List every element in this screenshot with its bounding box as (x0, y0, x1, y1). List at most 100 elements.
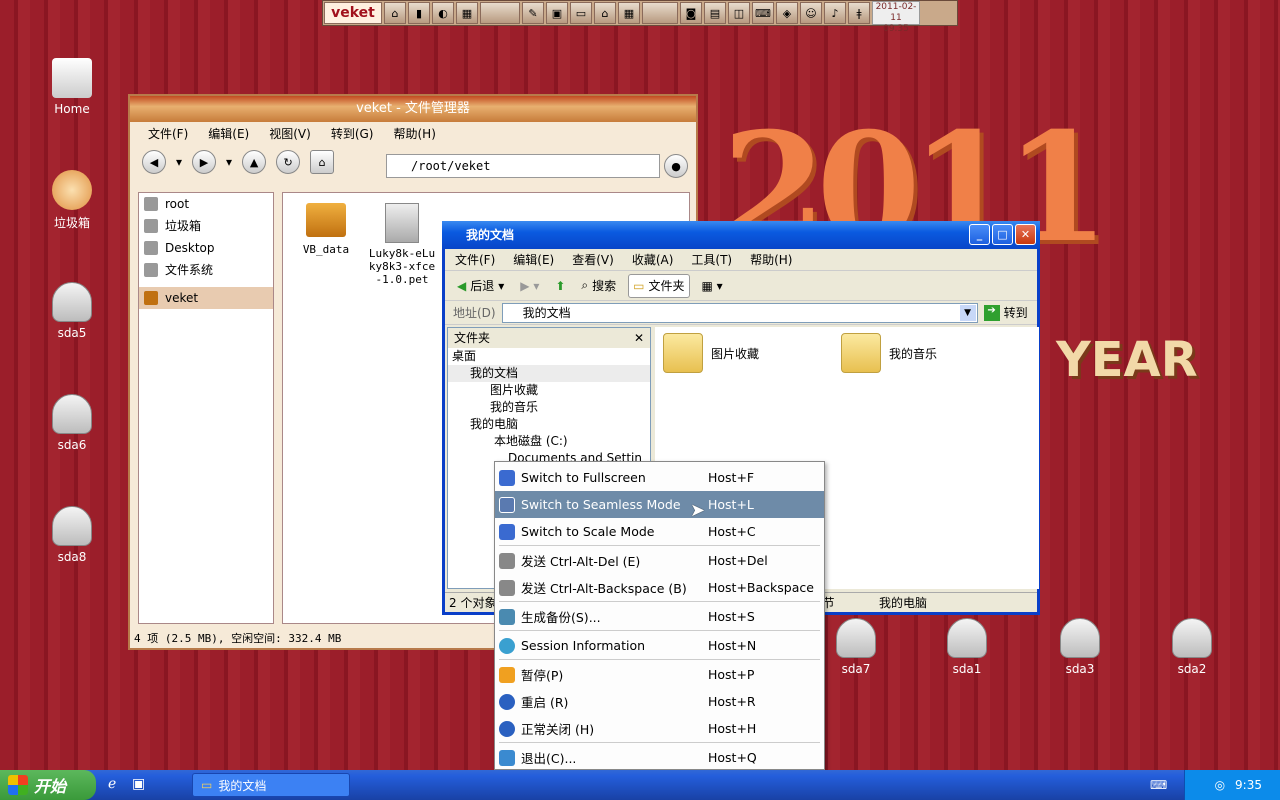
place-desktop[interactable]: Desktop (139, 237, 273, 259)
browser-icon[interactable]: ◐ (432, 2, 454, 24)
up-folder-button[interactable]: ⬆ (551, 274, 569, 298)
menu-item-label: 生成备份(S)... (521, 610, 601, 625)
menu-item-label: 发送 Ctrl-Alt-Del (E) (521, 554, 641, 569)
trash-icon (144, 219, 158, 233)
search-button[interactable]: ⌕ 搜索 (577, 274, 620, 298)
menu-item-ctrl-alt-del[interactable]: 发送 Ctrl-Alt-Del (E) Host+Del (495, 547, 824, 574)
up-button[interactable]: ▲ (242, 150, 267, 174)
forward-button[interactable]: ▶ ▾ (516, 274, 543, 298)
folder-icon[interactable]: ▭ (570, 2, 592, 24)
ie-quicklaunch-icon[interactable]: ℯ (108, 776, 116, 792)
reload-button[interactable]: ↻ (276, 150, 301, 174)
tree-item[interactable]: 本地磁盘 (C:) (448, 433, 650, 450)
terminal-icon[interactable]: ▮ (408, 2, 430, 24)
screenshot-icon[interactable]: ▤ (704, 2, 726, 24)
tree-item[interactable]: 图片收藏 (448, 382, 650, 399)
drive-icon (144, 263, 158, 277)
place-filesystem[interactable]: 文件系统 (139, 259, 273, 281)
menu-edit[interactable]: 编辑(E) (513, 251, 554, 268)
package-icon[interactable]: ▣ (546, 2, 568, 24)
maximize-button[interactable]: □ (992, 224, 1013, 245)
desktop-icon-sda2[interactable]: sda2 (1152, 618, 1232, 676)
address-field[interactable]: 我的文档 ▼ (501, 302, 978, 323)
menu-item-pause[interactable]: 暂停(P) Host+P (495, 661, 824, 688)
tree-item[interactable]: 我的文档 (448, 365, 650, 382)
address-bar: 地址(D) 我的文档 ▼ ➔ 转到 (445, 301, 1037, 325)
user-icon[interactable]: ☺ (800, 2, 822, 24)
menu-help[interactable]: 帮助(H) (750, 251, 792, 268)
menu-help[interactable]: 帮助(H) (393, 125, 435, 142)
folders-button[interactable]: ▭ 文件夹 (628, 273, 690, 298)
menu-item-seamless[interactable]: Switch to Seamless Mode Host+L (495, 491, 824, 518)
back-button[interactable]: ◀ 后退 ▾ (453, 274, 508, 298)
place-veket[interactable]: veket (139, 287, 273, 309)
computer-icon[interactable]: ⌂ (384, 2, 406, 24)
menu-go[interactable]: 转到(G) (331, 125, 374, 142)
forward-button[interactable]: ▶ (192, 150, 217, 174)
xp-icon[interactable]: ▦ (618, 2, 640, 24)
desktop-icon-home[interactable]: Home (32, 58, 112, 116)
veket-launcher-button[interactable]: veket (324, 2, 382, 24)
menu-item-scale[interactable]: Switch to Scale Mode Host+C (495, 518, 824, 545)
desktop-icon-sda7[interactable]: sda7 (816, 618, 896, 676)
views-button[interactable]: ▦ ▾ (698, 274, 727, 298)
folder-item[interactable]: 我的音乐 (841, 333, 937, 373)
menu-item-session-info[interactable]: Session Information Host+N (495, 632, 824, 659)
forward-dropdown-icon[interactable]: ▾ (226, 155, 232, 169)
tools-icon[interactable]: ✎ (522, 2, 544, 24)
camera-icon[interactable]: ◙ (680, 2, 702, 24)
menu-tools[interactable]: 工具(T) (691, 251, 732, 268)
search-icon: ⌕ (581, 278, 589, 292)
home-button[interactable]: ⌂ (310, 150, 335, 174)
back-button[interactable]: ◀ (142, 150, 166, 174)
keyboard-icon[interactable]: ⌨ (1150, 778, 1167, 792)
network-icon[interactable]: ◈ (776, 2, 798, 24)
desktop-icon-sda6[interactable]: sda6 (32, 394, 112, 452)
minimize-button[interactable]: _ (969, 224, 990, 245)
menu-item-ctrl-alt-backspace[interactable]: 发送 Ctrl-Alt-Backspace (B) Host+Backspace (495, 574, 824, 601)
search-button[interactable]: ● (664, 154, 688, 178)
menu-edit[interactable]: 编辑(E) (208, 125, 249, 142)
file-label: VB_data (302, 243, 350, 256)
disk-icon[interactable]: ◫ (728, 2, 750, 24)
menu-item-reset[interactable]: 重启 (R) Host+R (495, 688, 824, 715)
menu-view[interactable]: 视图(V) (269, 125, 311, 142)
back-dropdown-icon[interactable]: ▾ (176, 155, 182, 169)
explorer-titlebar[interactable]: 我的文档 _ □ ✕ (442, 221, 1040, 249)
explorer-quicklaunch-icon[interactable]: ▣ (132, 776, 145, 792)
menu-item-snapshot[interactable]: 生成备份(S)... Host+S (495, 603, 824, 630)
desktop-icon-sda3[interactable]: sda3 (1040, 618, 1120, 676)
desktop-icon-sda8[interactable]: sda8 (32, 506, 112, 564)
menu-file[interactable]: 文件(F) (148, 125, 188, 142)
tree-item[interactable]: 我的电脑 (448, 416, 650, 433)
home-icon[interactable]: ⌂ (594, 2, 616, 24)
menu-item-exit[interactable]: 退出(C)... Host+Q (495, 744, 824, 771)
desktop-icon-sda1[interactable]: sda1 (927, 618, 1007, 676)
place-trash[interactable]: 垃圾箱 (139, 215, 273, 237)
go-button[interactable]: ➔ 转到 (983, 304, 1028, 321)
file-item[interactable]: Luky8k-eLuky8k3-xfce-1.0.pet (367, 203, 437, 286)
file-item[interactable]: VB_data (291, 203, 361, 256)
path-field[interactable]: /root/veket (386, 154, 660, 178)
start-button[interactable]: 开始 (0, 770, 96, 800)
keyboard-icon[interactable]: ⌨ (752, 2, 774, 24)
menu-view[interactable]: 查看(V) (572, 251, 614, 268)
menu-favorites[interactable]: 收藏(A) (632, 251, 674, 268)
close-icon[interactable]: ✕ (634, 328, 644, 348)
volume-icon[interactable]: ♪ (824, 2, 846, 24)
windows-flag-icon[interactable]: ▦ (456, 2, 478, 24)
taskbar-button-my-documents[interactable]: ▭ 我的文档 (192, 773, 350, 797)
desktop-icon-trash[interactable]: 垃圾箱 (32, 170, 112, 231)
close-button[interactable]: ✕ (1015, 224, 1036, 245)
place-root[interactable]: root (139, 193, 273, 215)
menu-item-fullscreen[interactable]: Switch to Fullscreen Host+F (495, 464, 824, 491)
menu-item-acpi-shutdown[interactable]: 正常关闭 (H) Host+H (495, 715, 824, 742)
chevron-down-icon[interactable]: ▼ (959, 304, 976, 321)
tree-item[interactable]: 桌面 (448, 348, 650, 365)
network-tray-icon[interactable]: ◎ (1215, 778, 1225, 792)
desktop-icon-sda5[interactable]: sda5 (32, 282, 112, 340)
tree-item[interactable]: 我的音乐 (448, 399, 650, 416)
folder-item[interactable]: 图片收藏 (663, 333, 759, 373)
file-manager-titlebar[interactable]: veket - 文件管理器 (130, 96, 696, 122)
menu-file[interactable]: 文件(F) (455, 251, 495, 268)
